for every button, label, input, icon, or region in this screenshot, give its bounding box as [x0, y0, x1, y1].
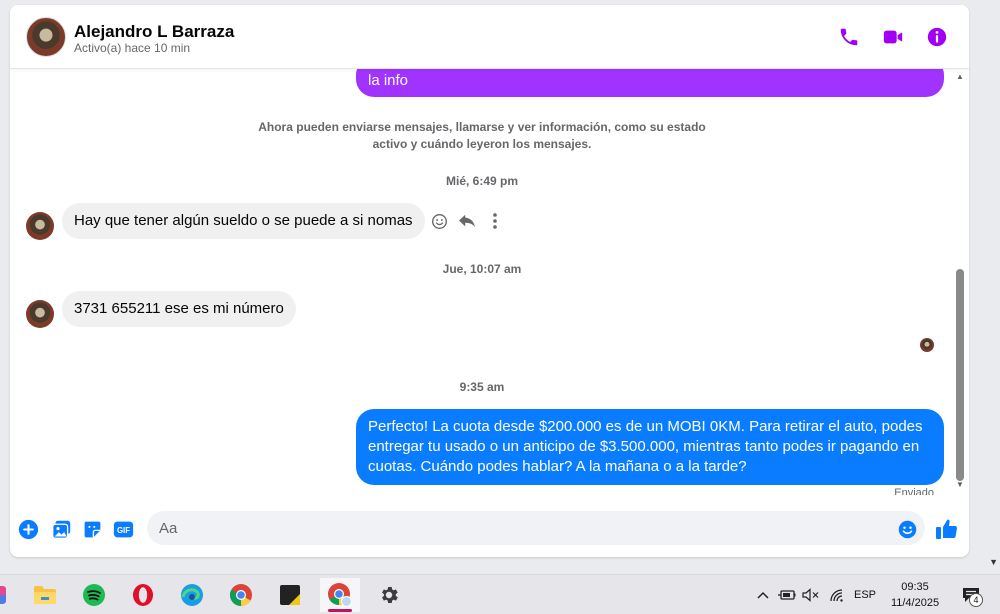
gif-icon: GIF: [113, 521, 133, 537]
scroll-up-arrow-icon[interactable]: ▲: [955, 73, 965, 81]
attach-image-button[interactable]: [50, 518, 72, 540]
emoji-icon: [898, 520, 916, 538]
page-scroll-down-arrow-icon[interactable]: ▼: [989, 557, 998, 567]
battery-icon: [778, 590, 796, 600]
info-icon: [927, 27, 947, 47]
copilot-icon: [0, 586, 6, 604]
react-icon[interactable]: [430, 212, 448, 230]
notification-badge: 4: [969, 593, 983, 607]
video-call-button[interactable]: [880, 24, 906, 50]
message-scrollbar[interactable]: ▲ ▼: [955, 73, 965, 489]
message-text: 3731 655211 ese es mi número: [74, 300, 284, 317]
message-text: Hay que tener algún sueldo o se puede a …: [74, 212, 413, 229]
system-note: Ahora pueden enviarse mensajes, llamarse…: [10, 119, 954, 153]
edge-icon: [181, 584, 203, 606]
wifi-icon: [830, 589, 843, 602]
system-note-line: Ahora pueden enviarse mensajes, llamarse…: [258, 120, 706, 134]
taskbar-app-chrome[interactable]: [221, 578, 261, 612]
composer: GIF: [10, 505, 969, 557]
info-button[interactable]: [924, 24, 950, 50]
video-camera-icon: [883, 30, 903, 44]
sender-avatar[interactable]: [26, 300, 54, 328]
message-text-line: Perfecto! La cuota desde $200.000 es de …: [368, 418, 923, 435]
contact-avatar[interactable]: [26, 17, 66, 57]
message-text-line: entregar tu usado o un anticipo de $3.50…: [368, 438, 920, 455]
notifications-button[interactable]: 4: [954, 575, 988, 614]
sender-avatar[interactable]: [26, 212, 54, 240]
taskbar-app-chrome-profile[interactable]: [320, 578, 360, 612]
call-button[interactable]: [836, 24, 862, 50]
like-button[interactable]: [935, 517, 959, 541]
message-text-line: cuotas. Cuándo podes hablar? A la mañana…: [368, 458, 747, 475]
taskbar: ESP 09:35 11/4/2025 4: [0, 574, 1000, 614]
reply-icon[interactable]: [458, 212, 476, 230]
spotify-icon: [83, 584, 105, 606]
chat-header: Alejandro L Barraza Activo(a) hace 10 mi…: [10, 5, 969, 69]
incoming-message-bubble[interactable]: 3731 655211 ese es mi número: [62, 291, 296, 327]
taskbar-app-file-explorer[interactable]: [25, 578, 65, 612]
more-actions-button[interactable]: [17, 518, 39, 540]
sticker-icon: [84, 521, 100, 537]
chrome-profile-icon: [328, 583, 352, 607]
timestamp: Mié, 6:49 pm: [445, 174, 519, 188]
chevron-up-icon: [757, 591, 769, 599]
chrome-icon: [230, 584, 252, 606]
opera-icon: [133, 584, 153, 606]
folder-icon: [34, 586, 56, 604]
scroll-down-arrow-icon[interactable]: ▼: [955, 481, 965, 489]
taskbar-app-spotify[interactable]: [74, 578, 114, 612]
running-indicator: [328, 609, 352, 612]
volume-indicator[interactable]: [800, 575, 822, 614]
clock-time: 09:35: [901, 581, 929, 593]
contact-name[interactable]: Alejandro L Barraza: [74, 22, 234, 42]
more-options-icon[interactable]: [486, 212, 504, 230]
sticker-button[interactable]: [81, 518, 103, 540]
contact-status: Activo(a) hace 10 min: [74, 41, 191, 55]
show-hidden-icons-button[interactable]: [752, 575, 774, 614]
taskbar-app-edge[interactable]: [172, 578, 212, 612]
svg-text:GIF: GIF: [116, 526, 129, 535]
seen-indicator-avatar: [920, 338, 934, 352]
message-input[interactable]: [147, 511, 925, 545]
scroll-thumb[interactable]: [956, 269, 964, 481]
chat-window: Alejandro L Barraza Activo(a) hace 10 mi…: [10, 5, 969, 557]
taskbar-app-settings[interactable]: [369, 578, 409, 612]
thumbs-up-icon: [936, 519, 958, 539]
clock-date: 11/4/2025: [890, 597, 940, 609]
taskbar-app-opera[interactable]: [123, 578, 163, 612]
clock[interactable]: 09:35 11/4/2025: [880, 579, 950, 611]
message-actions: [430, 212, 504, 230]
timestamp: Jue, 10:07 am: [442, 262, 522, 276]
outgoing-message-bubble[interactable]: la info: [356, 69, 944, 97]
timestamp: 9:35 am: [459, 380, 505, 394]
gear-icon: [382, 587, 398, 603]
taskbar-app-copilot[interactable]: [0, 578, 18, 612]
sent-status: Enviado: [894, 487, 934, 495]
system-note-line: activo y cuándo leyeron los mensajes.: [372, 137, 592, 151]
gif-button[interactable]: GIF: [112, 518, 134, 540]
message-text: la info: [368, 72, 409, 89]
network-indicator[interactable]: [826, 575, 848, 614]
volume-muted-icon: [802, 588, 819, 602]
message-list[interactable]: la info Ahora pueden enviarse mensajes, …: [10, 69, 969, 495]
language-indicator[interactable]: ESP: [852, 575, 878, 614]
sticky-notes-icon: [280, 585, 300, 605]
outgoing-message-bubble[interactable]: Perfecto! La cuota desde $200.000 es de …: [356, 409, 944, 485]
image-icon: [51, 520, 70, 539]
battery-indicator[interactable]: [776, 575, 798, 614]
plus-icon: [18, 519, 38, 539]
taskbar-app-sticky-notes[interactable]: [270, 578, 310, 612]
incoming-message-bubble[interactable]: Hay que tener algún sueldo o se puede a …: [62, 203, 425, 239]
emoji-button[interactable]: [896, 518, 918, 540]
phone-icon: [840, 28, 858, 46]
